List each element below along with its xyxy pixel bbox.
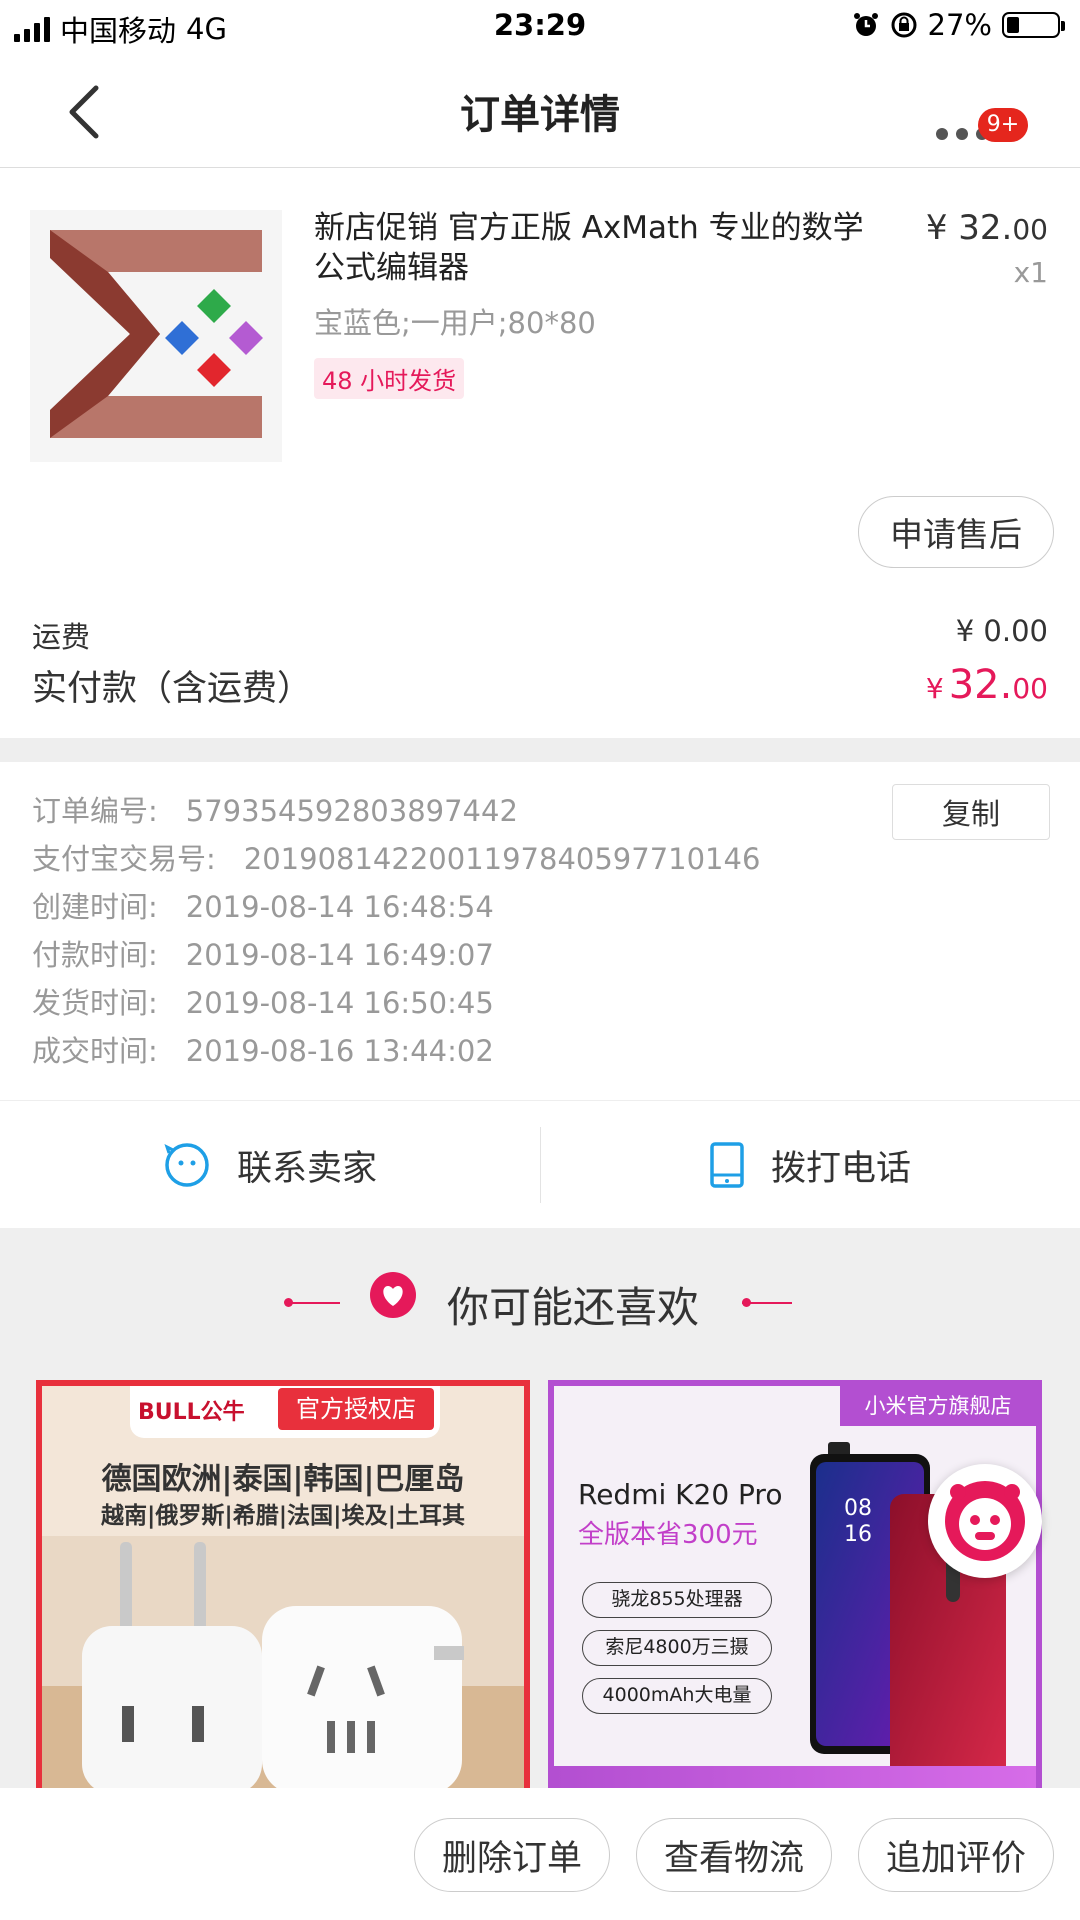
paid-time-row: 付款时间: 2019-08-14 16:49:07 — [32, 932, 494, 974]
floating-assistant-button[interactable] — [928, 1464, 1042, 1578]
store-label: 小米官方旗舰店 — [840, 1386, 1036, 1426]
order-number-row: 订单编号: 579354592803897442 — [32, 788, 518, 830]
phone-icon — [710, 1142, 744, 1188]
promo-text: 全版本省300元 — [578, 1520, 758, 1550]
view-logistics-button[interactable]: 查看物流 — [636, 1818, 832, 1892]
created-time: 2019-08-14 16:48:54 — [185, 890, 494, 924]
paid-time: 2019-08-14 16:49:07 — [185, 938, 494, 972]
status-bar: 中国移动 4G 23:29 27% — [0, 0, 1080, 52]
total-label: 实付款（含运费） — [32, 669, 313, 709]
shipping-tag: 48 小时发货 — [314, 358, 465, 399]
recommend-title: 你可能还喜欢 — [446, 1283, 699, 1332]
alarm-icon — [853, 13, 878, 36]
mascot-icon — [945, 1481, 1025, 1561]
created-time-row: 创建时间: 2019-08-14 16:48:54 — [32, 884, 494, 926]
nav-bar: 订单详情 9+ — [0, 52, 1080, 168]
shipped-time: 2019-08-14 16:50:45 — [185, 986, 494, 1020]
order-info-section: 订单编号: 579354592803897442 复制 支付宝交易号: 201908… — [0, 762, 1080, 1100]
shipped-time-row: 发货时间: 2019-08-14 16:50:45 — [32, 980, 494, 1022]
recommend-card-bull[interactable]: BULL公牛 官方授权店 德国欧洲|泰国|韩国|巴厘岛 越南|俄罗斯|希腊|法国… — [36, 1380, 530, 1788]
recommend-card-redmi[interactable]: 小米官方旗舰店 Redmi K20 Pro 全版本省300元 骁龙855处理器 … — [548, 1380, 1042, 1788]
info-label: 付款时间: — [32, 938, 158, 972]
total-currency: ¥ — [925, 672, 944, 705]
total-integer: 32. — [948, 662, 1013, 708]
info-label: 创建时间: — [32, 890, 158, 924]
feature-pill: 索尼4800万三摄 — [582, 1630, 772, 1666]
info-label: 支付宝交易号: — [32, 842, 216, 876]
more-dots-icon — [936, 128, 948, 140]
completed-time: 2019-08-16 13:44:02 — [185, 1034, 494, 1068]
recommend-section: 你可能还喜欢 BULL公牛 官方授权店 德国欧洲|泰国|韩国|巴厘岛 越南|俄罗… — [0, 1228, 1080, 1788]
product-price: ¥ 32.00 — [926, 208, 1048, 248]
card-subline: 越南|俄罗斯|希腊|法国|埃及|土耳其 — [100, 1503, 465, 1529]
more-dot — [956, 128, 968, 140]
store-label: 官方授权店 — [278, 1388, 434, 1430]
total-decimal: 00 — [1012, 672, 1048, 705]
bottom-action-bar: 删除订单 查看物流 追加评价 — [0, 1788, 1080, 1920]
axmath-logo-icon — [30, 210, 282, 462]
contact-bar: 联系卖家 拨打电话 — [0, 1100, 1080, 1228]
total-value: ¥ 32.00 — [926, 662, 1048, 708]
plug-adapter-image — [42, 1536, 524, 1788]
page-title: 订单详情 — [460, 92, 620, 138]
info-label: 发货时间: — [32, 986, 158, 1020]
product-quantity: x1 — [1013, 256, 1048, 289]
feature-pill: 4000mAh大电量 — [582, 1678, 772, 1714]
rotation-lock-icon — [891, 12, 917, 38]
product-thumbnail[interactable] — [30, 210, 282, 462]
alipay-trade-number: 2019081422001197840597710146 — [243, 842, 761, 876]
phone-time-minute: 16 — [844, 1522, 872, 1547]
price-main: ¥ 32. — [925, 208, 1013, 248]
price-decimal: 00 — [1012, 213, 1048, 246]
info-label: 成交时间: — [32, 1034, 158, 1068]
feature-pill: 骁龙855处理器 — [582, 1582, 772, 1618]
after-sale-button[interactable]: 申请售后 — [858, 496, 1054, 568]
shipping-label: 运费 — [32, 620, 91, 654]
shipping-value: ¥ 0.00 — [955, 614, 1048, 648]
product-section: 新店促销 官方正版 AxMath 专业的数学公式编辑器 宝蓝色;一用户;80*8… — [0, 168, 1080, 738]
add-review-button[interactable]: 追加评价 — [858, 1818, 1054, 1892]
section-divider — [0, 738, 1080, 762]
call-phone-label: 拨打电话 — [770, 1148, 911, 1189]
product-model: Redmi K20 Pro — [578, 1478, 783, 1511]
delete-order-button[interactable]: 删除订单 — [414, 1818, 610, 1892]
product-title[interactable]: 新店促销 官方正版 AxMath 专业的数学公式编辑器 — [314, 208, 884, 288]
completed-time-row: 成交时间: 2019-08-16 13:44:02 — [32, 1028, 494, 1070]
chat-face-icon — [164, 1143, 209, 1187]
order-number: 579354592803897442 — [185, 794, 518, 828]
battery-icon — [1002, 12, 1065, 38]
status-right: 27% — [852, 8, 1065, 42]
contact-seller-label: 联系卖家 — [236, 1148, 377, 1189]
brand-name: BULL公牛 — [138, 1400, 245, 1425]
copy-button[interactable]: 复制 — [892, 784, 1050, 840]
alipay-trade-row: 支付宝交易号: 2019081422001197840597710146 — [32, 836, 760, 878]
phone-time-hour: 08 — [844, 1496, 872, 1521]
battery-text: 27% — [927, 8, 992, 42]
contact-seller-button[interactable]: 联系卖家 — [0, 1101, 540, 1229]
notification-badge: 9+ — [978, 108, 1028, 142]
call-phone-button[interactable]: 拨打电话 — [540, 1101, 1080, 1229]
product-spec: 宝蓝色;一用户;80*80 — [314, 306, 596, 340]
title-decoration — [742, 1298, 751, 1307]
info-label: 订单编号: — [32, 794, 158, 828]
card-headline: 德国欧洲|泰国|韩国|巴厘岛 — [101, 1462, 465, 1497]
card-footer-band — [554, 1766, 1036, 1788]
